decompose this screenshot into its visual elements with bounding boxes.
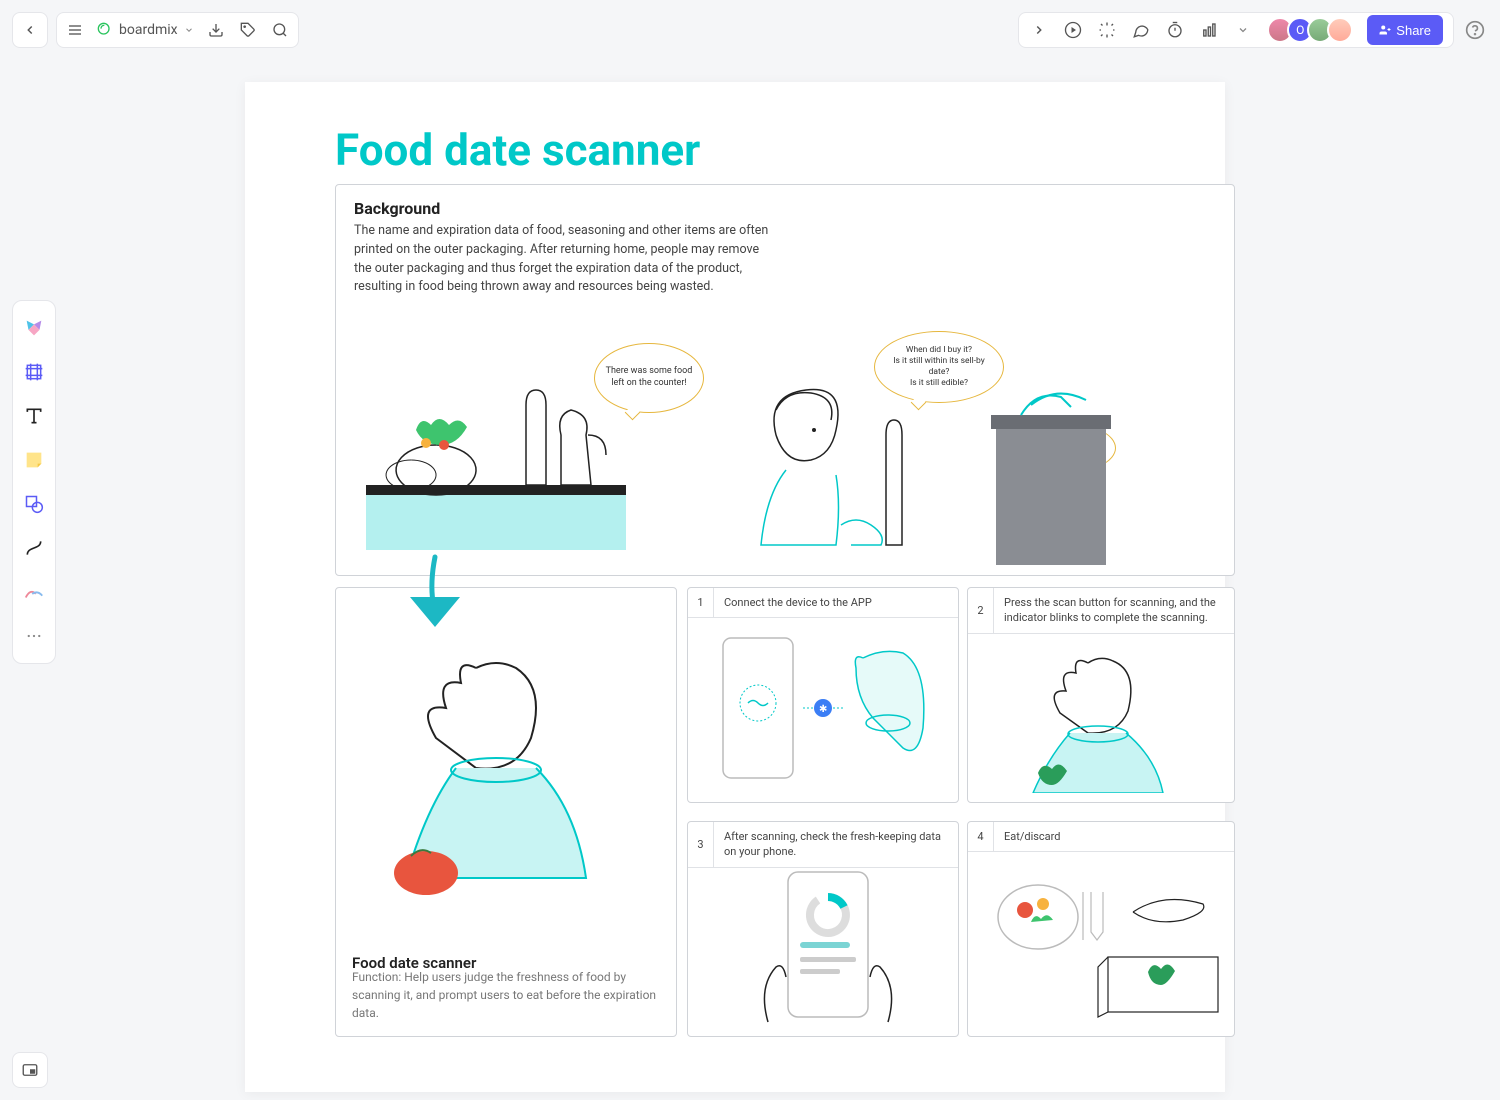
step-number: 3 <box>688 822 714 867</box>
comment-icon[interactable] <box>1131 20 1151 40</box>
share-button[interactable]: Share <box>1367 15 1443 45</box>
step-panel-4: 4 Eat/discard <box>967 821 1235 1037</box>
frame-tool[interactable] <box>16 351 52 393</box>
timer-icon[interactable] <box>1165 20 1185 40</box>
step-text: Connect the device to the APP <box>714 588 882 617</box>
step-text: Press the scan button for scanning, and … <box>994 588 1234 633</box>
scanner-panel: Food date scanner Function: Help users j… <box>335 587 677 1037</box>
sparkle-icon[interactable] <box>1097 20 1117 40</box>
shape-tool[interactable] <box>16 483 52 525</box>
more-tools[interactable] <box>16 615 52 657</box>
step-text: Eat/discard <box>994 822 1071 851</box>
counter-illustration <box>356 355 636 555</box>
chart-icon[interactable] <box>1199 20 1219 40</box>
chevron-down-icon[interactable] <box>1233 20 1253 40</box>
minimap-button[interactable] <box>12 1052 48 1088</box>
filename-dropdown[interactable]: boardmix <box>97 22 194 38</box>
background-body: The name and expiration data of food, se… <box>354 222 774 297</box>
user-avatars[interactable]: O <box>1267 17 1353 43</box>
avatar <box>1327 17 1353 43</box>
help-button[interactable] <box>1462 17 1488 43</box>
search-icon[interactable] <box>270 20 290 40</box>
download-icon[interactable] <box>206 20 226 40</box>
page-title: Food date scanner <box>335 124 700 176</box>
step-panel-1: 1 Connect the device to the APP ✱ <box>687 587 959 803</box>
filename-text: boardmix <box>119 22 178 38</box>
background-heading: Background <box>354 199 1216 218</box>
play-icon[interactable] <box>1063 20 1083 40</box>
menu-icon[interactable] <box>65 20 85 40</box>
step-number: 4 <box>968 822 994 851</box>
pen-tool[interactable] <box>16 571 52 613</box>
scanner-body: Function: Help users judge the freshness… <box>352 968 660 1022</box>
scanner-illustration <box>356 628 656 918</box>
step2-illustration <box>988 643 1218 793</box>
step3-illustration <box>728 867 928 1032</box>
text-tool[interactable] <box>16 395 52 437</box>
step-panel-3: 3 After scanning, check the fresh-keepin… <box>687 821 959 1037</box>
svg-text:✱: ✱ <box>819 704 827 715</box>
arrow-down-icon <box>395 552 475 642</box>
background-panel: Background The name and expiration data … <box>335 184 1235 576</box>
step-number: 1 <box>688 588 714 617</box>
step4-illustration <box>983 862 1223 1032</box>
tag-icon[interactable] <box>238 20 258 40</box>
step1-illustration: ✱ <box>708 628 938 788</box>
chevron-right-icon[interactable] <box>1029 20 1049 40</box>
step-text: After scanning, check the fresh-keeping … <box>714 822 958 867</box>
sticky-note-tool[interactable] <box>16 439 52 481</box>
select-tool[interactable] <box>16 307 52 349</box>
canvas[interactable]: Food date scanner Background The name an… <box>245 82 1225 1092</box>
person-illustration <box>726 375 936 575</box>
connector-tool[interactable] <box>16 527 52 569</box>
trash-illustration <box>966 365 1206 575</box>
tool-sidebar <box>12 300 56 664</box>
step-number: 2 <box>968 588 994 633</box>
share-label: Share <box>1396 23 1431 38</box>
back-button[interactable] <box>12 12 48 48</box>
step-panel-2: 2 Press the scan button for scanning, an… <box>967 587 1235 803</box>
